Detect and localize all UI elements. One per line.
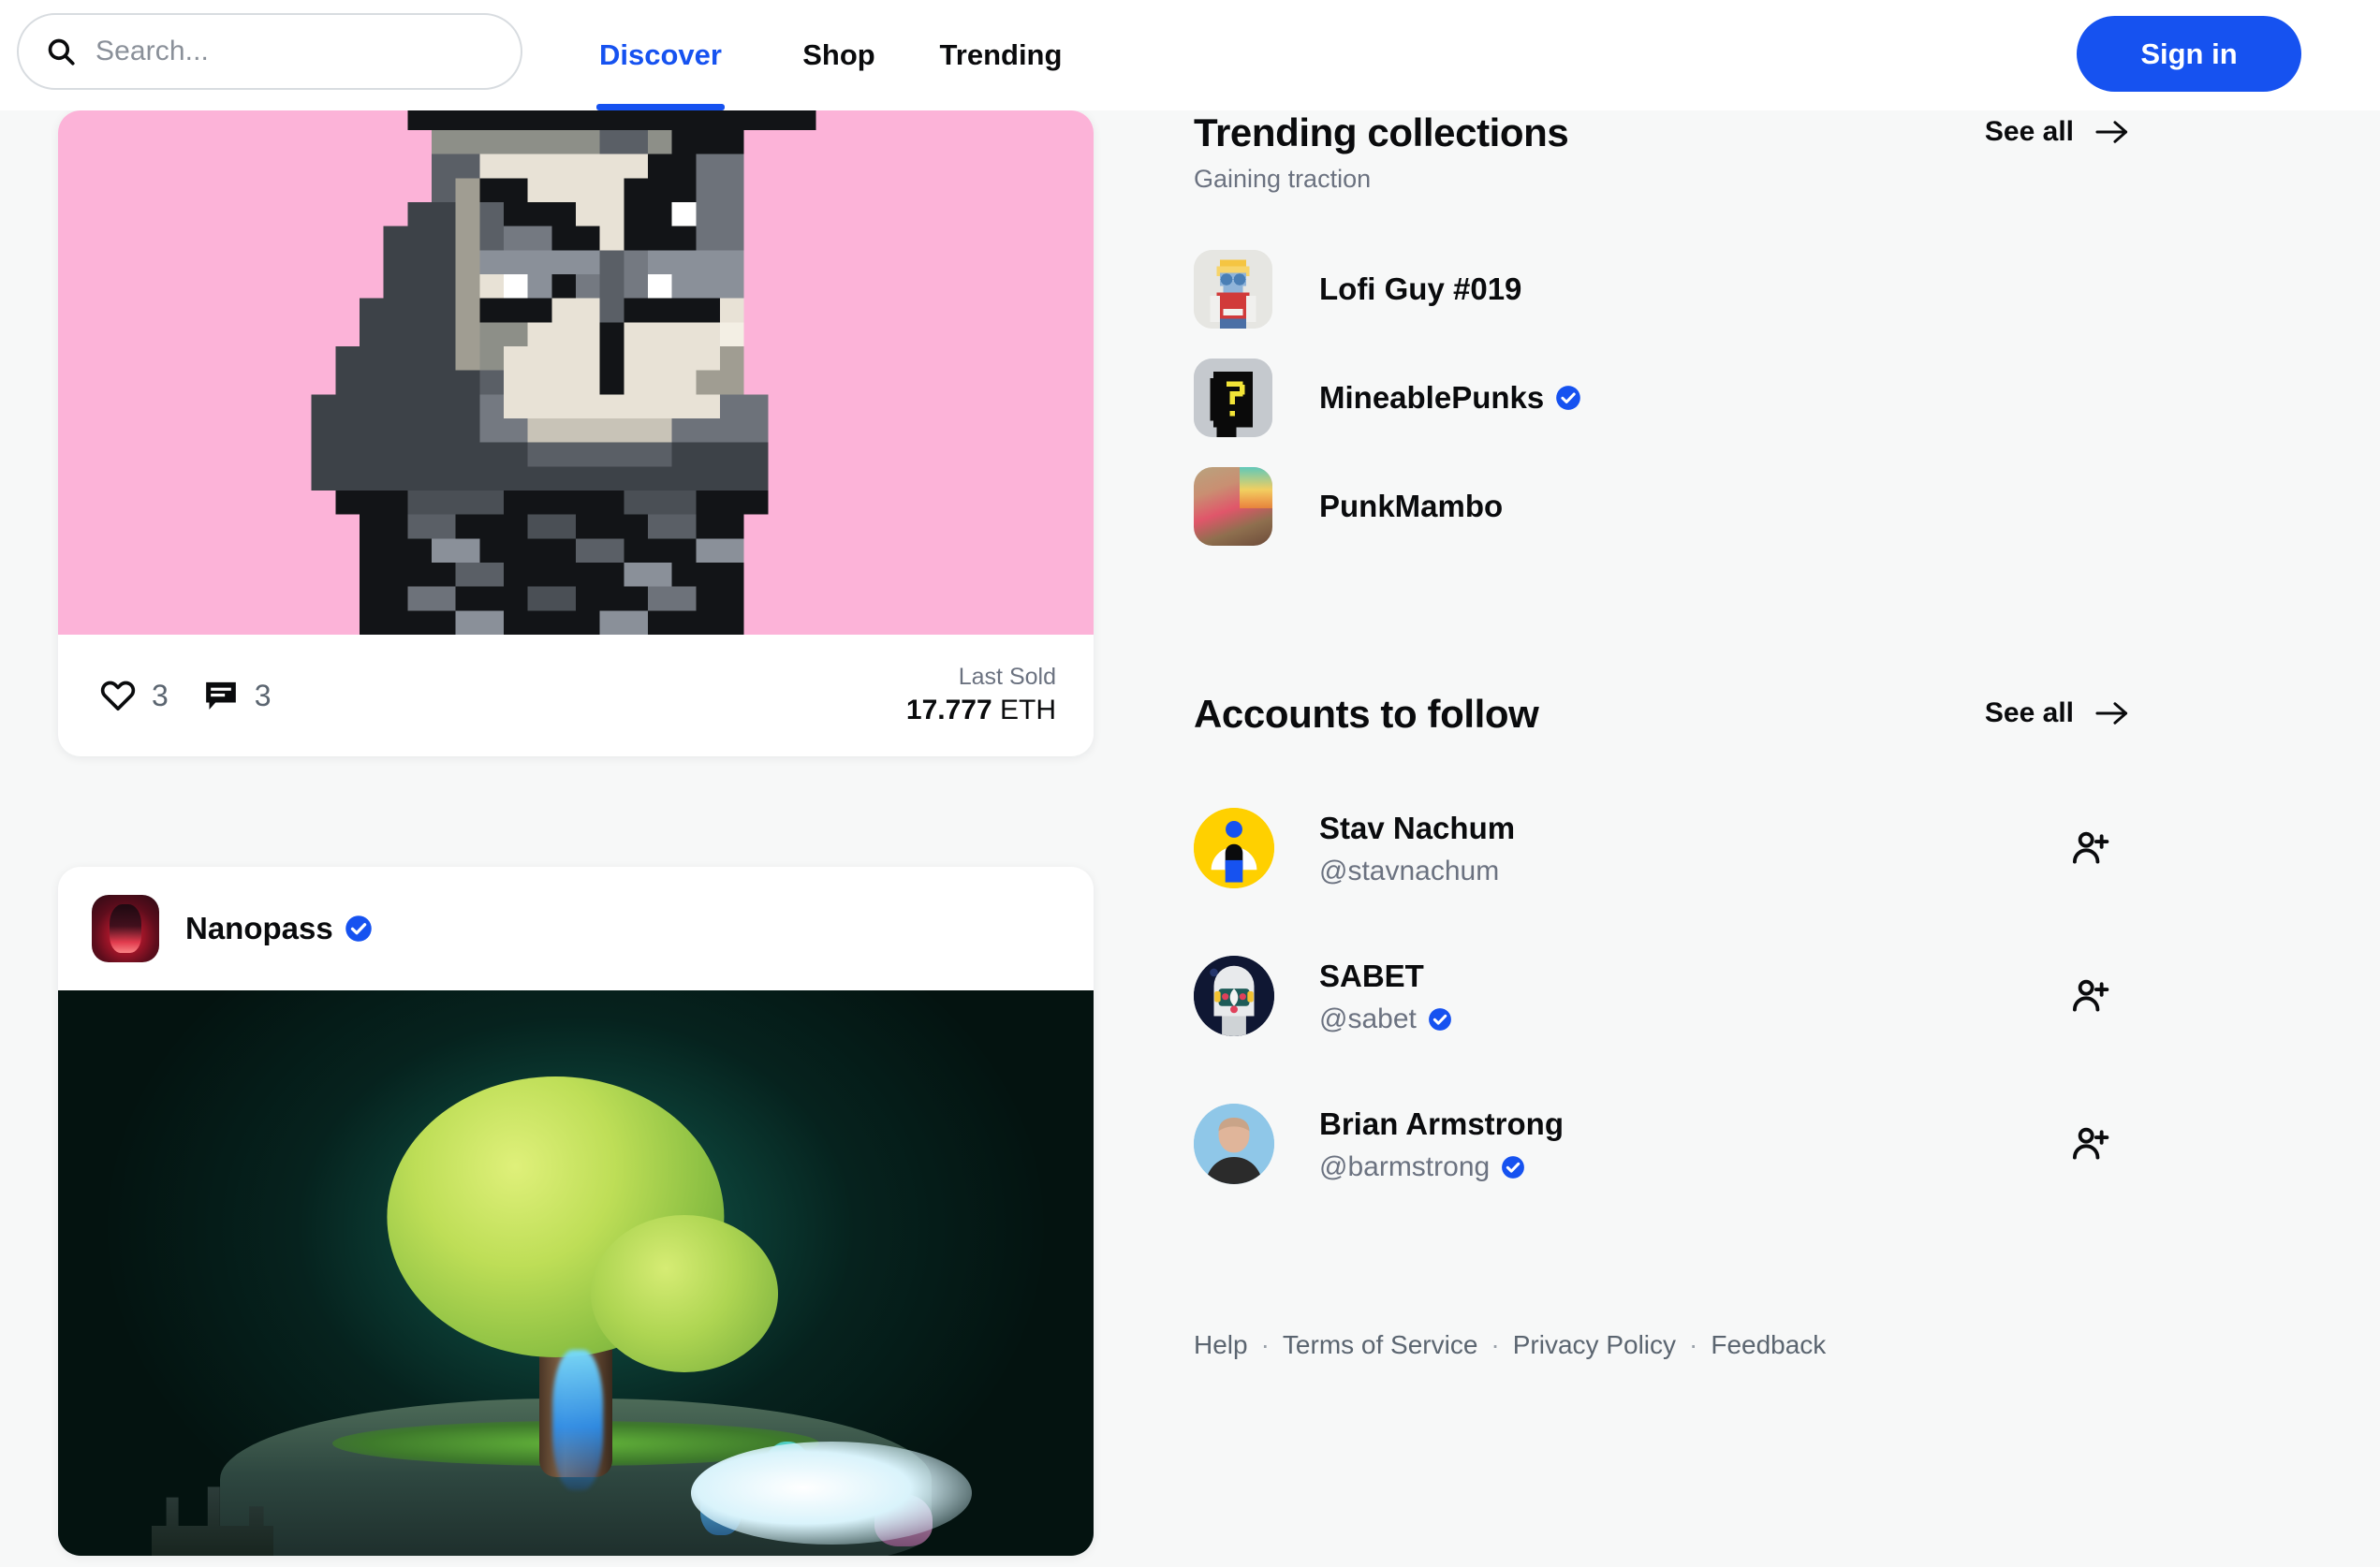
brian-armstrong-avatar (1194, 1104, 1274, 1184)
accounts-to-follow-section: Accounts to follow See all Stav Nachum @… (1194, 692, 2280, 1218)
feed-column: 3 3 Last Sold 17.777 ETH Nanopass (58, 110, 1094, 1567)
pixel-punk-artwork (287, 110, 864, 635)
verified-badge-icon (1428, 1007, 1452, 1032)
stav-nachum-avatar (1194, 808, 1274, 888)
accounts-header: Accounts to follow See all (1194, 692, 2280, 737)
last-sold-value: 17.777 ETH (906, 692, 1056, 728)
trending-see-all-button[interactable]: See all (1985, 110, 2130, 148)
trending-subtitle: Gaining traction (1194, 165, 1372, 193)
trending-title: Trending collections (1194, 110, 1569, 154)
account-handle: @stavnachum (1319, 855, 1500, 886)
tab-shop-label: Shop (802, 38, 875, 71)
nft-artwork[interactable] (58, 110, 1094, 635)
search-input[interactable]: Search... (17, 13, 522, 90)
punkmambo-avatar (1194, 467, 1272, 546)
footer-separator: · (1689, 1330, 1698, 1359)
footer-link-terms[interactable]: Terms of Service (1283, 1330, 1478, 1360)
tab-shop[interactable]: Shop (788, 0, 889, 110)
footer-links: Help · Terms of Service · Privacy Policy… (1194, 1330, 2280, 1360)
collection-post-title[interactable]: Nanopass (185, 911, 373, 946)
account-handle-row: @barmstrong (1319, 1151, 2057, 1183)
collection-title: PunkMambo (1319, 489, 1504, 523)
search-placeholder: Search... (95, 36, 209, 66)
verified-badge-icon (1501, 1155, 1525, 1179)
follow-button[interactable] (2057, 1111, 2123, 1177)
comment-count: 3 (254, 678, 272, 712)
arrow-right-icon (2094, 699, 2130, 727)
account-handle-row: @sabet (1319, 1003, 2057, 1035)
nft-post-card[interactable]: 3 3 Last Sold 17.777 ETH (58, 110, 1094, 756)
tab-discover[interactable]: Discover (596, 0, 725, 110)
account-row-stav-nachum[interactable]: Stav Nachum @stavnachum (1194, 774, 2280, 922)
account-handle: @barmstrong (1319, 1150, 1491, 1182)
comment-icon (202, 677, 240, 714)
nft-stats-bar: 3 3 Last Sold 17.777 ETH (58, 635, 1094, 756)
trending-item-punkmambo[interactable]: PunkMambo (1194, 452, 2280, 561)
account-name: SABET (1319, 959, 1424, 994)
account-info: Stav Nachum @stavnachum (1319, 809, 2057, 886)
active-tab-indicator (596, 104, 725, 110)
trending-item-mineablepunks[interactable]: MineablePunks (1194, 344, 2280, 452)
comment-bubble-shape (205, 681, 236, 710)
accounts-title: Accounts to follow (1194, 692, 1539, 736)
accounts-see-all-button[interactable]: See all (1985, 692, 2130, 729)
accounts-list: Stav Nachum @stavnachum SABET @sabet Bri… (1194, 774, 2280, 1218)
arrow-right-icon (2094, 118, 2130, 146)
lofi-guy-avatar (1194, 250, 1272, 329)
footer-link-help[interactable]: Help (1194, 1330, 1248, 1360)
engagement-stats: 3 3 (99, 677, 272, 714)
account-info: SABET @sabet (1319, 957, 2057, 1034)
last-sold-label: Last Sold (958, 663, 1056, 690)
verified-badge-icon (345, 915, 373, 943)
artwork-scene (58, 990, 1094, 1556)
footer-separator: · (1260, 1330, 1270, 1359)
collection-name: Nanopass (185, 911, 333, 945)
follow-button[interactable] (2057, 815, 2123, 881)
main-nav: Discover Shop Trending (596, 0, 1071, 110)
accounts-see-all-label: See all (1984, 697, 2074, 728)
search-icon (45, 36, 77, 67)
like-count: 3 (152, 678, 169, 712)
mineablepunks-avatar (1194, 359, 1272, 437)
nanopass-avatar (92, 895, 159, 962)
collection-title: MineablePunks (1319, 380, 1545, 415)
account-handle: @sabet (1319, 1003, 1417, 1034)
trending-item-lofi-guy[interactable]: Lofi Guy #019 (1194, 235, 2280, 344)
footer-link-feedback[interactable]: Feedback (1711, 1330, 1826, 1360)
last-sold-block: Last Sold 17.777 ETH (906, 663, 1056, 728)
follow-button[interactable] (2057, 963, 2123, 1029)
collection-title: Lofi Guy #019 (1319, 271, 1522, 306)
top-header: Search... Discover Shop Trending Sign in (0, 0, 2380, 110)
account-name: Brian Armstrong (1319, 1106, 1564, 1142)
account-row-brian-armstrong[interactable]: Brian Armstrong @barmstrong (1194, 1070, 2280, 1218)
trending-item-label: MineablePunks (1319, 380, 1581, 416)
nanopass-artwork[interactable] (58, 990, 1094, 1556)
like-stat[interactable]: 3 (99, 677, 169, 714)
account-handle-row: @stavnachum (1319, 856, 2057, 887)
last-sold-amount: 17.777 (905, 695, 992, 726)
account-row-sabet[interactable]: SABET @sabet (1194, 922, 2280, 1070)
trending-header: Trending collections Gaining traction Se… (1194, 110, 2280, 194)
sign-in-button[interactable]: Sign in (2077, 16, 2301, 92)
tab-discover-label: Discover (599, 38, 722, 71)
trending-item-label: PunkMambo (1319, 489, 1503, 524)
verified-badge-icon (1555, 385, 1581, 411)
footer-separator: · (1491, 1330, 1500, 1359)
trending-collections-section: Trending collections Gaining traction Se… (1194, 110, 2280, 561)
collection-post-card[interactable]: Nanopass (58, 867, 1094, 1556)
trending-see-all-label: See all (1984, 116, 2074, 147)
account-info: Brian Armstrong @barmstrong (1319, 1105, 2057, 1182)
last-sold-currency: ETH (1000, 695, 1056, 726)
heart-icon (99, 677, 137, 714)
collection-post-header[interactable]: Nanopass (58, 867, 1094, 990)
footer-link-privacy[interactable]: Privacy Policy (1513, 1330, 1676, 1360)
sidebar-column: Trending collections Gaining traction Se… (1194, 110, 2280, 1360)
account-name: Stav Nachum (1319, 811, 1516, 846)
trending-item-label: Lofi Guy #019 (1319, 271, 1521, 307)
tab-trending[interactable]: Trending (931, 0, 1071, 110)
comment-stat[interactable]: 3 (202, 677, 272, 714)
sabet-avatar (1194, 956, 1274, 1036)
tab-trending-label: Trending (939, 38, 1063, 71)
trending-collections-list: Lofi Guy #019 MineablePunks PunkMambo (1194, 235, 2280, 561)
